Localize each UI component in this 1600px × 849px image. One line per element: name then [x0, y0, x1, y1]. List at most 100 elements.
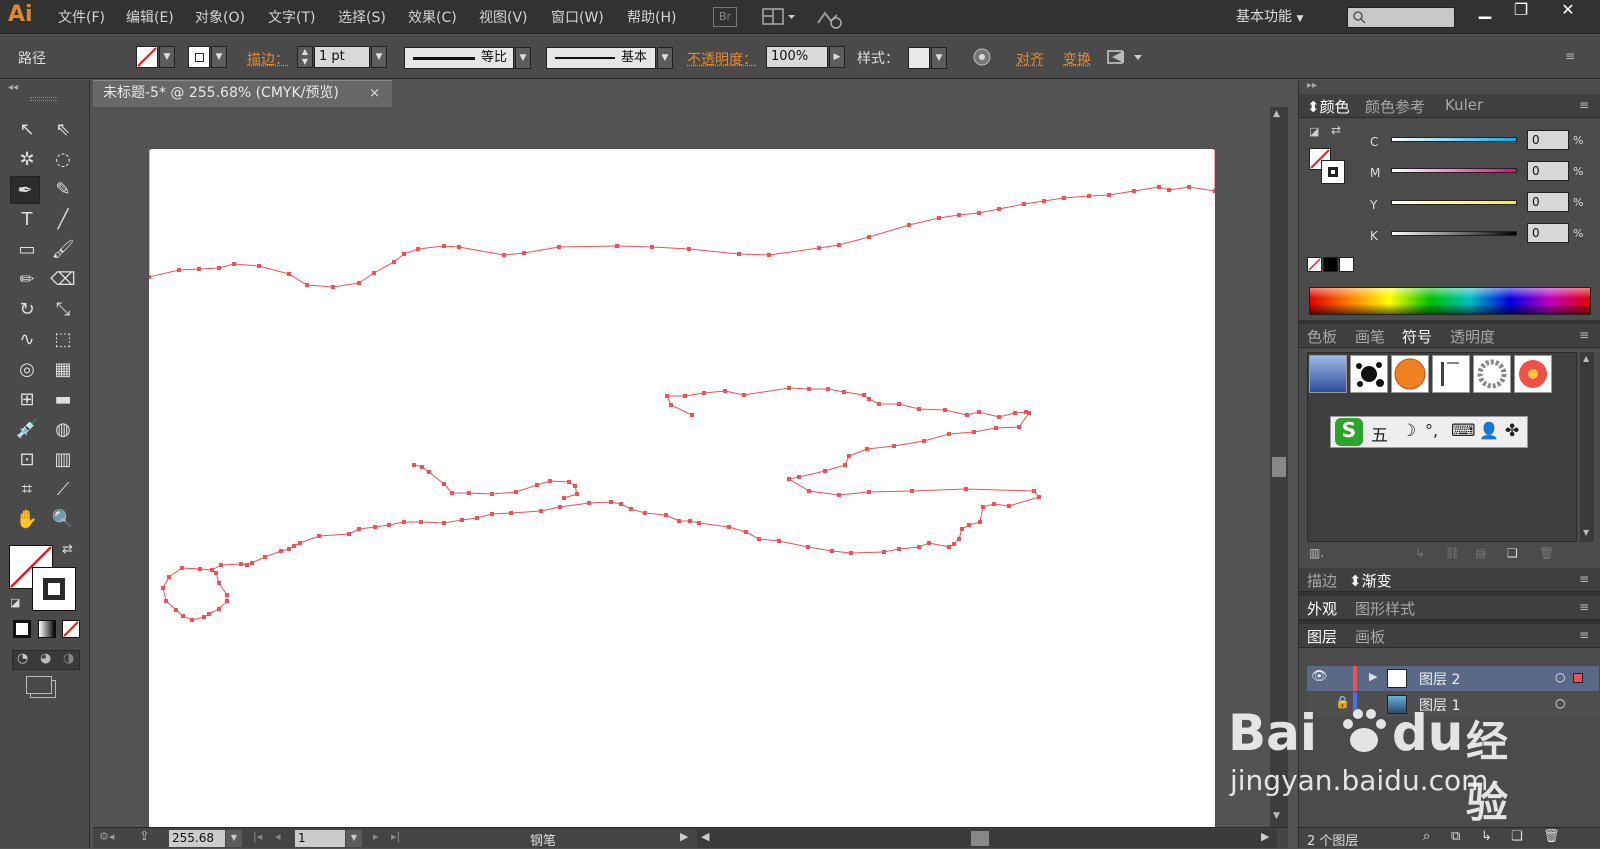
- anchor-point[interactable]: [490, 492, 494, 496]
- anchor-point[interactable]: [522, 251, 526, 255]
- none-swatch[interactable]: [1307, 257, 1322, 272]
- tab-color-guide[interactable]: 颜色参考: [1365, 96, 1425, 117]
- bridge-button[interactable]: Br: [713, 7, 737, 27]
- profile-dropdown[interactable]: ▼: [515, 47, 531, 69]
- symbol-grunge-bar[interactable]: [1432, 355, 1470, 393]
- column-graph-tool-icon[interactable]: ▥: [48, 446, 78, 474]
- anchor-point[interactable]: [917, 407, 921, 411]
- scale-tool-icon[interactable]: ⤡: [48, 296, 78, 324]
- anchor-point[interactable]: [180, 566, 184, 570]
- anchor-point[interactable]: [279, 549, 283, 553]
- anchor-point[interactable]: [250, 561, 254, 565]
- menu-help[interactable]: 帮助(H): [627, 7, 676, 27]
- anchor-point[interactable]: [927, 541, 931, 545]
- anchor-point[interactable]: [575, 492, 579, 496]
- anchor-point[interactable]: [1017, 425, 1021, 429]
- selection-tool-icon[interactable]: ↖: [12, 116, 42, 144]
- anchor-point[interactable]: [615, 244, 619, 248]
- stroke-weight-dropdown[interactable]: ▼: [371, 46, 387, 68]
- next-artboard-icon[interactable]: ▸: [373, 830, 379, 843]
- anchor-point[interactable]: [202, 615, 206, 619]
- artboard-tool-icon[interactable]: ⌗: [12, 476, 42, 504]
- anchor-point[interactable]: [287, 272, 291, 276]
- anchor-point[interactable]: [245, 563, 249, 567]
- free-transform-tool-icon[interactable]: ⬚: [48, 326, 78, 354]
- anchor-point[interactable]: [947, 545, 951, 549]
- swap-colors-icon[interactable]: ⇄: [1331, 123, 1341, 137]
- anchor-point[interactable]: [460, 518, 464, 522]
- mesh-tool-icon[interactable]: ⊞: [12, 386, 42, 414]
- anchor-point[interactable]: [164, 599, 168, 603]
- anchor-point[interactable]: [943, 408, 947, 412]
- rotate-tool-icon[interactable]: ↻: [12, 296, 42, 324]
- anchor-point[interactable]: [475, 516, 479, 520]
- anchor-point[interactable]: [402, 520, 406, 524]
- black-slider[interactable]: [1391, 231, 1517, 236]
- anchor-point[interactable]: [960, 527, 964, 531]
- color-panel-menu-icon[interactable]: ≡: [1579, 98, 1589, 112]
- tab-transparency[interactable]: 透明度: [1450, 326, 1495, 347]
- selection-indicator[interactable]: [1573, 673, 1583, 683]
- anchor-point[interactable]: [965, 413, 969, 417]
- anchor-point[interactable]: [977, 211, 981, 215]
- anchor-point[interactable]: [509, 511, 513, 515]
- pen-path[interactable]: [148, 147, 1216, 288]
- anchor-point[interactable]: [643, 511, 647, 515]
- anchor-point[interactable]: [690, 413, 694, 417]
- anchor-point[interactable]: [427, 470, 431, 474]
- stroke-panel-menu-icon[interactable]: ≡: [1579, 572, 1589, 586]
- layer-name[interactable]: 图层 2: [1419, 669, 1460, 689]
- artboard[interactable]: [147, 146, 1217, 829]
- anchor-point[interactable]: [573, 484, 577, 488]
- anchor-point[interactable]: [650, 245, 654, 249]
- anchor-point[interactable]: [787, 477, 791, 481]
- anchor-point[interactable]: [629, 507, 633, 511]
- anchor-point[interactable]: [807, 387, 811, 391]
- anchor-point[interactable]: [957, 537, 961, 541]
- fill-dropdown[interactable]: ▼: [159, 46, 175, 68]
- anchor-point[interactable]: [744, 530, 748, 534]
- target-circle-icon[interactable]: ○: [1555, 696, 1565, 710]
- anchor-point[interactable]: [937, 216, 941, 220]
- menu-type[interactable]: 文字(T): [268, 7, 315, 27]
- anchor-point[interactable]: [147, 146, 151, 150]
- anchor-point[interactable]: [849, 551, 853, 555]
- paintbrush-tool-icon[interactable]: 🖌: [48, 236, 78, 264]
- brush-definition[interactable]: 基本: [546, 47, 656, 69]
- anchor-point[interactable]: [502, 253, 506, 257]
- opacity-input[interactable]: 100%: [766, 46, 828, 68]
- stroke-label[interactable]: 描边：: [247, 49, 289, 69]
- anchor-point[interactable]: [922, 439, 926, 443]
- symbol-orange-button[interactable]: [1391, 355, 1429, 393]
- anchor-point[interactable]: [917, 545, 921, 549]
- anchor-point[interactable]: [387, 523, 391, 527]
- anchor-point[interactable]: [257, 264, 261, 268]
- minimize-button[interactable]: ▁: [1467, 0, 1503, 22]
- anchor-point[interactable]: [467, 491, 471, 495]
- anchor-point[interactable]: [742, 393, 746, 397]
- anchor-point[interactable]: [457, 245, 461, 249]
- anchor-point[interactable]: [806, 545, 810, 549]
- anchor-point[interactable]: [787, 386, 791, 390]
- variable-width-profile[interactable]: 等比: [404, 47, 514, 69]
- anchor-point[interactable]: [1022, 202, 1026, 206]
- last-artboard-icon[interactable]: ▸|: [391, 830, 400, 843]
- stroke-dropdown[interactable]: ▼: [211, 46, 227, 68]
- anchor-point[interactable]: [287, 547, 291, 551]
- anchor-point[interactable]: [867, 235, 871, 239]
- default-colors-icon[interactable]: ◪: [1309, 125, 1319, 138]
- cyan-slider[interactable]: [1391, 137, 1517, 142]
- anchor-point[interactable]: [214, 571, 218, 575]
- anchor-point[interactable]: [1027, 411, 1031, 415]
- prev-artboard-icon[interactable]: ◂: [275, 830, 281, 843]
- shape-builder-tool-icon[interactable]: ◎: [12, 356, 42, 384]
- tab-gradient[interactable]: ⬍渐变: [1349, 570, 1392, 591]
- anchor-point[interactable]: [402, 252, 406, 256]
- anchor-point[interactable]: [897, 402, 901, 406]
- clipping-mask-icon[interactable]: ⧉: [1451, 829, 1460, 844]
- zoom-options-icon[interactable]: ⚙◂: [99, 830, 114, 843]
- brush-dropdown[interactable]: ▼: [657, 47, 673, 69]
- default-fill-stroke-icon[interactable]: ◪: [10, 596, 20, 609]
- anchor-point[interactable]: [197, 267, 201, 271]
- anchor-point[interactable]: [225, 593, 229, 597]
